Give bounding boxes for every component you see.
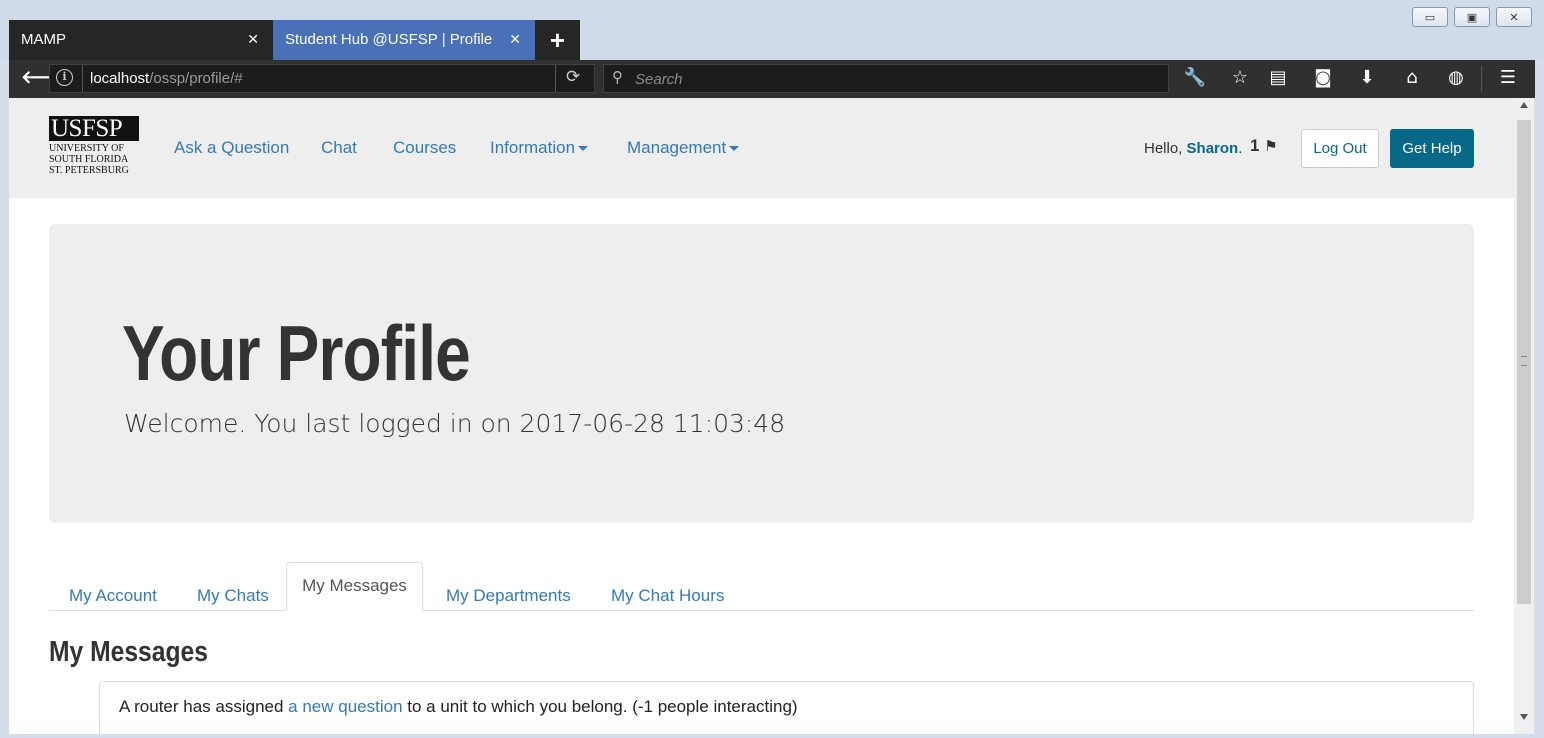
last-login-text: Welcome. You last logged in on 2017-06-2… xyxy=(124,409,786,438)
pocket-icon[interactable]: ◙ xyxy=(1311,66,1335,90)
user-greeting: Hello, Sharon. xyxy=(1144,140,1242,157)
search-icon: ⚲ xyxy=(612,68,623,86)
message-item: A router has assigned a new question to … xyxy=(99,681,1474,734)
flag-count: 1 xyxy=(1250,136,1260,155)
nav-ask-question[interactable]: Ask a Question xyxy=(174,138,289,158)
message-before: A router has assigned xyxy=(119,697,289,716)
wrench-icon[interactable]: 🔧 xyxy=(1183,66,1207,90)
message-text: A router has assigned a new question to … xyxy=(119,697,798,717)
reading-list-icon[interactable]: ▤ xyxy=(1266,66,1290,90)
nav-label: Information xyxy=(490,138,576,157)
scroll-down-arrow[interactable] xyxy=(1520,714,1528,720)
restore-button[interactable]: ▣ xyxy=(1454,7,1490,27)
logo-line: UNIVERSITY OF xyxy=(49,143,124,154)
profile-jumbotron: Your Profile Welcome. You last logged in… xyxy=(49,224,1474,523)
tab-my-messages[interactable]: My Messages xyxy=(286,562,423,611)
bookmark-star-icon[interactable]: ☆ xyxy=(1228,66,1252,90)
logo-line: ST. PETERSBURG xyxy=(49,165,129,176)
url-host: localhost xyxy=(90,70,150,87)
vertical-scrollbar[interactable] xyxy=(1514,98,1534,734)
back-arrow-icon[interactable]: 🡐 xyxy=(21,66,69,90)
close-tab-icon[interactable]: ✕ xyxy=(509,20,521,60)
close-window-button[interactable]: ✕ xyxy=(1496,7,1532,27)
scroll-up-arrow[interactable] xyxy=(1520,102,1528,108)
url-bar[interactable]: i localhost/ossp/profile/# ⟳ xyxy=(49,64,595,93)
user-name-link[interactable]: Sharon xyxy=(1187,140,1239,157)
browser-toolbar: 🡐 i localhost/ossp/profile/# ⟳ ⚲ Search … xyxy=(9,60,1535,98)
message-after: to a unit to which you belong. (-1 peopl… xyxy=(402,697,798,716)
logo-wordmark: USFSP xyxy=(49,116,139,141)
flag-notifications[interactable]: 1 ⚑ xyxy=(1250,136,1278,156)
site-header: USFSP UNIVERSITY OF SOUTH FLORIDA ST. PE… xyxy=(9,98,1514,198)
scroll-thumb[interactable] xyxy=(1517,120,1531,604)
nav-information[interactable]: Information xyxy=(490,138,589,158)
logo-text: UNIVERSITY OF SOUTH FLORIDA ST. PETERSBU… xyxy=(49,143,139,176)
info-icon[interactable]: i xyxy=(56,69,73,86)
nav-chat[interactable]: Chat xyxy=(321,138,357,158)
search-box[interactable]: ⚲ Search xyxy=(603,64,1169,93)
new-question-link[interactable]: a new question xyxy=(288,697,402,716)
tab-my-departments[interactable]: My Departments xyxy=(446,572,571,620)
tab-title: MAMP xyxy=(21,31,66,48)
close-tab-icon[interactable]: ✕ xyxy=(247,20,259,60)
tab-my-account[interactable]: My Account xyxy=(69,572,157,620)
page-title: Your Profile xyxy=(122,309,471,397)
get-help-button[interactable]: Get Help xyxy=(1390,129,1474,168)
logout-button[interactable]: Log Out xyxy=(1301,129,1379,168)
new-tab-button[interactable]: + xyxy=(535,20,580,60)
menu-icon[interactable]: ☰ xyxy=(1496,66,1520,90)
toolbar-divider xyxy=(1481,66,1482,92)
chevron-down-icon xyxy=(729,146,740,152)
url-divider xyxy=(555,65,556,92)
nav-management[interactable]: Management xyxy=(627,138,740,158)
logo-line: SOUTH FLORIDA xyxy=(49,154,129,165)
url-divider xyxy=(82,65,83,92)
greeting-text: Hello, xyxy=(1144,140,1183,157)
url-text[interactable]: localhost/ossp/profile/# xyxy=(90,70,243,87)
download-icon[interactable]: ⬇ xyxy=(1355,66,1379,90)
chevron-down-icon xyxy=(578,146,589,152)
home-icon[interactable]: ⌂ xyxy=(1400,66,1424,90)
greeting-suffix: . xyxy=(1238,140,1243,157)
nav-courses[interactable]: Courses xyxy=(393,138,456,158)
browser-titlebar: ▭ ▣ ✕ MAMP ✕ Student Hub @USFSP | Profil… xyxy=(0,0,1544,60)
scroll-grip-icon xyxy=(1521,356,1527,366)
tab-title: Student Hub @USFSP | Profile xyxy=(285,31,493,48)
url-path: /ossp/profile/# xyxy=(149,70,243,87)
usfsp-logo[interactable]: USFSP UNIVERSITY OF SOUTH FLORIDA ST. PE… xyxy=(49,116,139,178)
browser-tab-mamp[interactable]: MAMP ✕ xyxy=(9,20,273,60)
tab-my-chat-hours[interactable]: My Chat Hours xyxy=(611,572,724,620)
minimize-button[interactable]: ▭ xyxy=(1412,7,1448,27)
nav-label: Management xyxy=(627,138,727,157)
flag-icon: ⚑ xyxy=(1264,137,1278,155)
search-placeholder: Search xyxy=(635,71,683,88)
browser-tab-profile[interactable]: Student Hub @USFSP | Profile ✕ xyxy=(273,20,535,60)
tab-my-chats[interactable]: My Chats xyxy=(197,572,269,620)
messages-heading: My Messages xyxy=(49,636,208,668)
reload-icon[interactable]: ⟳ xyxy=(566,67,580,87)
globe-icon[interactable]: ◍ xyxy=(1444,66,1468,90)
web-page: USFSP UNIVERSITY OF SOUTH FLORIDA ST. PE… xyxy=(9,98,1514,734)
